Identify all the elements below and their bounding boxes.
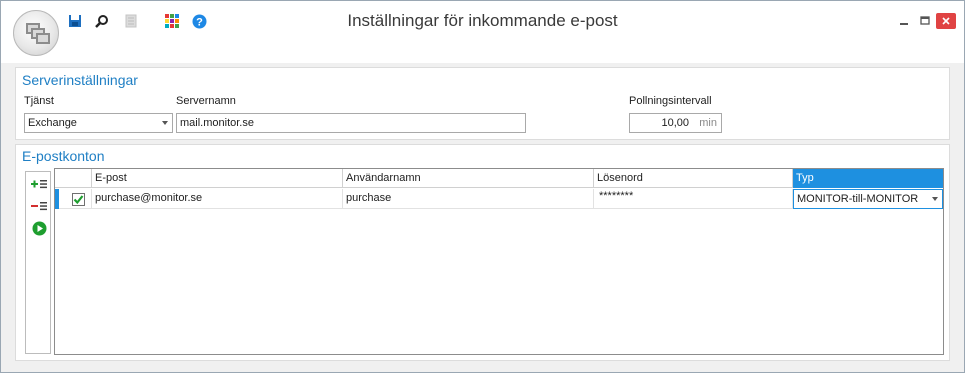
type-dropdown[interactable]: MONITOR-till-MONITOR xyxy=(793,189,943,209)
servername-value: mail.monitor.se xyxy=(180,117,254,129)
minimize-icon[interactable] xyxy=(894,13,914,29)
password-cell[interactable]: ******** xyxy=(594,189,793,209)
grid-toolstrip xyxy=(25,171,51,354)
column-header-type[interactable]: Typ xyxy=(793,169,943,188)
chevron-down-icon[interactable] xyxy=(932,197,938,201)
email-accounts-grid: E-post Användarnamn Lösenord Typ purchas… xyxy=(54,168,944,355)
enabled-checkbox[interactable] xyxy=(72,193,85,206)
server-settings-group: Serverinställningar Tjänst Exchange Serv… xyxy=(15,67,950,140)
maximize-icon[interactable] xyxy=(915,13,935,29)
chevron-down-icon[interactable] xyxy=(162,121,168,125)
type-value: MONITOR-till-MONITOR xyxy=(797,193,919,205)
polling-label: Pollningsintervall xyxy=(629,95,712,107)
service-value: Exchange xyxy=(28,117,77,129)
row-checkbox-cell[interactable] xyxy=(59,189,92,209)
polling-value: 10,00 xyxy=(661,117,689,129)
window-title: Inställningar för inkommande e-post xyxy=(347,11,618,30)
service-label: Tjänst xyxy=(24,95,54,107)
close-icon[interactable] xyxy=(936,13,956,29)
polling-interval-input[interactable]: 10,00 min xyxy=(629,113,722,133)
remove-row-icon[interactable] xyxy=(29,197,49,215)
settings-window: ? Inställningar för inkommande e-post Se… xyxy=(0,0,965,373)
column-header-password[interactable]: Lösenord xyxy=(594,169,793,188)
column-header-email[interactable]: E-post xyxy=(92,169,343,188)
username-cell[interactable]: purchase xyxy=(343,189,594,209)
add-row-icon[interactable] xyxy=(29,175,49,193)
server-settings-title: Serverinställningar xyxy=(22,72,138,88)
column-header-username[interactable]: Användarnamn xyxy=(343,169,594,188)
servername-label: Servernamn xyxy=(176,95,236,107)
service-dropdown[interactable]: Exchange xyxy=(24,113,173,133)
polling-unit: min xyxy=(699,117,717,129)
checkmark-icon xyxy=(73,195,84,205)
title-bar: ? Inställningar för inkommande e-post xyxy=(1,1,964,63)
servername-input[interactable]: mail.monitor.se xyxy=(176,113,526,133)
header-indicator xyxy=(55,169,92,188)
email-accounts-title: E-postkonton xyxy=(22,148,105,164)
email-cell[interactable]: purchase@monitor.se xyxy=(92,189,343,209)
play-icon[interactable] xyxy=(29,219,49,237)
